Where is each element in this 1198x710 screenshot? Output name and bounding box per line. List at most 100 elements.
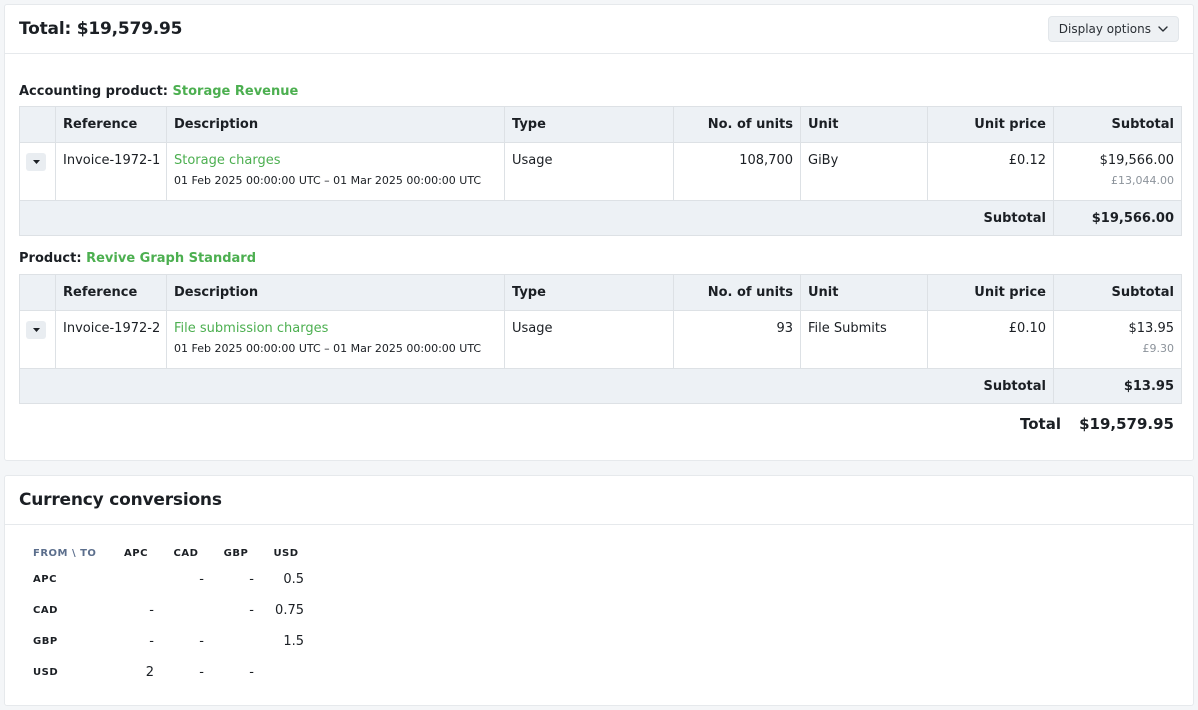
caret-down-icon[interactable]: [26, 321, 46, 339]
line-period: 01 Feb 2025 00:00:00 UTC – 01 Mar 2025 0…: [174, 342, 482, 355]
line-items-table-storage: Reference Description Type No. of units …: [19, 106, 1182, 236]
rate-cell: -: [249, 665, 254, 680]
line-subtotal-secondary: £9.30: [1142, 342, 1175, 355]
rate-cell: 0.75: [275, 603, 304, 618]
rate-cell: -: [199, 634, 204, 649]
line-subtotal-cell: $19,566.00 £13,044.00: [1053, 142, 1182, 201]
to-currency-header: CAD: [173, 547, 199, 559]
header-unit: Unit: [800, 274, 928, 311]
line-subtotal-secondary: £13,044.00: [1111, 174, 1174, 187]
line-type: Usage: [504, 310, 674, 369]
header-subtotal: Subtotal: [1053, 106, 1182, 143]
grand-total: Total $19,579.95: [19, 415, 1181, 437]
header-description: Description: [166, 274, 505, 311]
caret-down-icon[interactable]: [26, 153, 46, 171]
header-reference: Reference: [55, 274, 167, 311]
to-currency-header: APC: [124, 547, 148, 559]
header-units: No. of units: [673, 274, 801, 311]
line-description-link[interactable]: Storage charges: [174, 153, 497, 168]
rate-cell: -: [149, 603, 154, 618]
rate-cell: 2: [145, 665, 154, 680]
currency-matrix: FROM \ TO APC CAD GBP USD APC - - 0.5 CA…: [31, 542, 311, 688]
display-options-button[interactable]: Display options: [1047, 16, 1179, 42]
rate-cell: -: [199, 572, 204, 587]
section-heading-revive-graph: Product: Revive Graph Standard: [19, 251, 256, 266]
from-currency-label: APC: [33, 574, 57, 585]
subtotal-row: Subtotal $19,566.00: [19, 200, 1182, 236]
currency-row: GBP - - 1.5: [31, 626, 311, 657]
rate-cell: [261, 657, 311, 688]
rate-cell: 0.5: [283, 572, 304, 587]
from-currency-label: USD: [33, 667, 59, 678]
subtotal-row: Subtotal $13.95: [19, 368, 1182, 404]
table-row: Invoice-1972-1 Storage charges 01 Feb 20…: [19, 142, 1182, 201]
display-options-label: Display options: [1058, 22, 1151, 36]
from-currency-label: CAD: [33, 605, 58, 616]
line-description-cell: File submission charges 01 Feb 2025 00:0…: [166, 310, 505, 369]
header-unit: Unit: [800, 106, 928, 143]
header-units: No. of units: [673, 106, 801, 143]
header-unit-price: Unit price: [927, 274, 1054, 311]
chevron-down-icon: [1158, 26, 1168, 32]
row-toggle-cell: [19, 310, 56, 369]
to-currency-header: GBP: [223, 547, 249, 559]
currency-header-row: FROM \ TO APC CAD GBP USD: [31, 542, 311, 564]
header-reference: Reference: [55, 106, 167, 143]
currency-row: CAD - - 0.75: [31, 595, 311, 626]
currency-conversions-card: Currency conversions FROM \ TO APC CAD G…: [4, 475, 1194, 706]
to-currency-header: USD: [273, 547, 299, 559]
header-type: Type: [504, 106, 674, 143]
invoice-card-header: Total: $19,579.95 Display options: [5, 5, 1193, 54]
from-currency-label: GBP: [33, 636, 58, 647]
rate-cell: [211, 626, 261, 657]
header-toggle: [19, 274, 56, 311]
table-row: Invoice-1972-2 File submission charges 0…: [19, 310, 1182, 369]
subtotal-value: $19,566.00: [1053, 200, 1182, 236]
grand-total-label: Total: [1020, 415, 1061, 433]
line-unit-price: £0.10: [927, 310, 1054, 369]
rate-cell: [111, 564, 161, 595]
line-reference: Invoice-1972-1: [55, 142, 167, 201]
section-heading-storage-revenue: Accounting product: Storage Revenue: [19, 84, 298, 99]
section-product-name: Storage Revenue: [172, 84, 299, 99]
line-subtotal: $13.95: [1128, 321, 1175, 336]
rate-cell: -: [249, 572, 254, 587]
line-description-link[interactable]: File submission charges: [174, 321, 497, 336]
rate-cell: -: [199, 665, 204, 680]
table-header-row: Reference Description Type No. of units …: [19, 106, 1182, 143]
header-description: Description: [166, 106, 505, 143]
line-subtotal: $19,566.00: [1099, 153, 1174, 168]
rate-cell: -: [149, 634, 154, 649]
invoice-card: Total: $19,579.95 Display options Accoun…: [4, 4, 1194, 461]
header-unit-price: Unit price: [927, 106, 1054, 143]
subtotal-label: Subtotal: [19, 200, 1054, 236]
section-heading-prefix: Accounting product:: [19, 84, 168, 99]
line-reference: Invoice-1972-2: [55, 310, 167, 369]
row-toggle-cell: [19, 142, 56, 201]
currency-row: APC - - 0.5: [31, 564, 311, 595]
line-description-cell: Storage charges 01 Feb 2025 00:00:00 UTC…: [166, 142, 505, 201]
line-type: Usage: [504, 142, 674, 201]
invoice-total-title: Total: $19,579.95: [19, 19, 183, 39]
currency-row: USD 2 - -: [31, 657, 311, 688]
rate-cell: [161, 595, 211, 626]
line-subtotal-cell: $13.95 £9.30: [1053, 310, 1182, 369]
table-header-row: Reference Description Type No. of units …: [19, 274, 1182, 311]
header-toggle: [19, 106, 56, 143]
line-unit-price: £0.12: [927, 142, 1054, 201]
subtotal-label: Subtotal: [19, 368, 1054, 404]
header-type: Type: [504, 274, 674, 311]
rate-cell: -: [249, 603, 254, 618]
section-product-name: Revive Graph Standard: [86, 251, 257, 266]
line-units: 108,700: [673, 142, 801, 201]
line-unit: GiBy: [800, 142, 928, 201]
grand-total-value: $19,579.95: [1079, 415, 1174, 433]
line-units: 93: [673, 310, 801, 369]
line-items-table-revive-graph: Reference Description Type No. of units …: [19, 274, 1182, 404]
rate-cell: 1.5: [283, 634, 304, 649]
line-period: 01 Feb 2025 00:00:00 UTC – 01 Mar 2025 0…: [174, 174, 482, 187]
from-to-label: FROM \ TO: [33, 547, 97, 559]
currency-card-title: Currency conversions: [19, 490, 222, 510]
subtotal-value: $13.95: [1053, 368, 1182, 404]
currency-card-header: Currency conversions: [5, 476, 1193, 525]
